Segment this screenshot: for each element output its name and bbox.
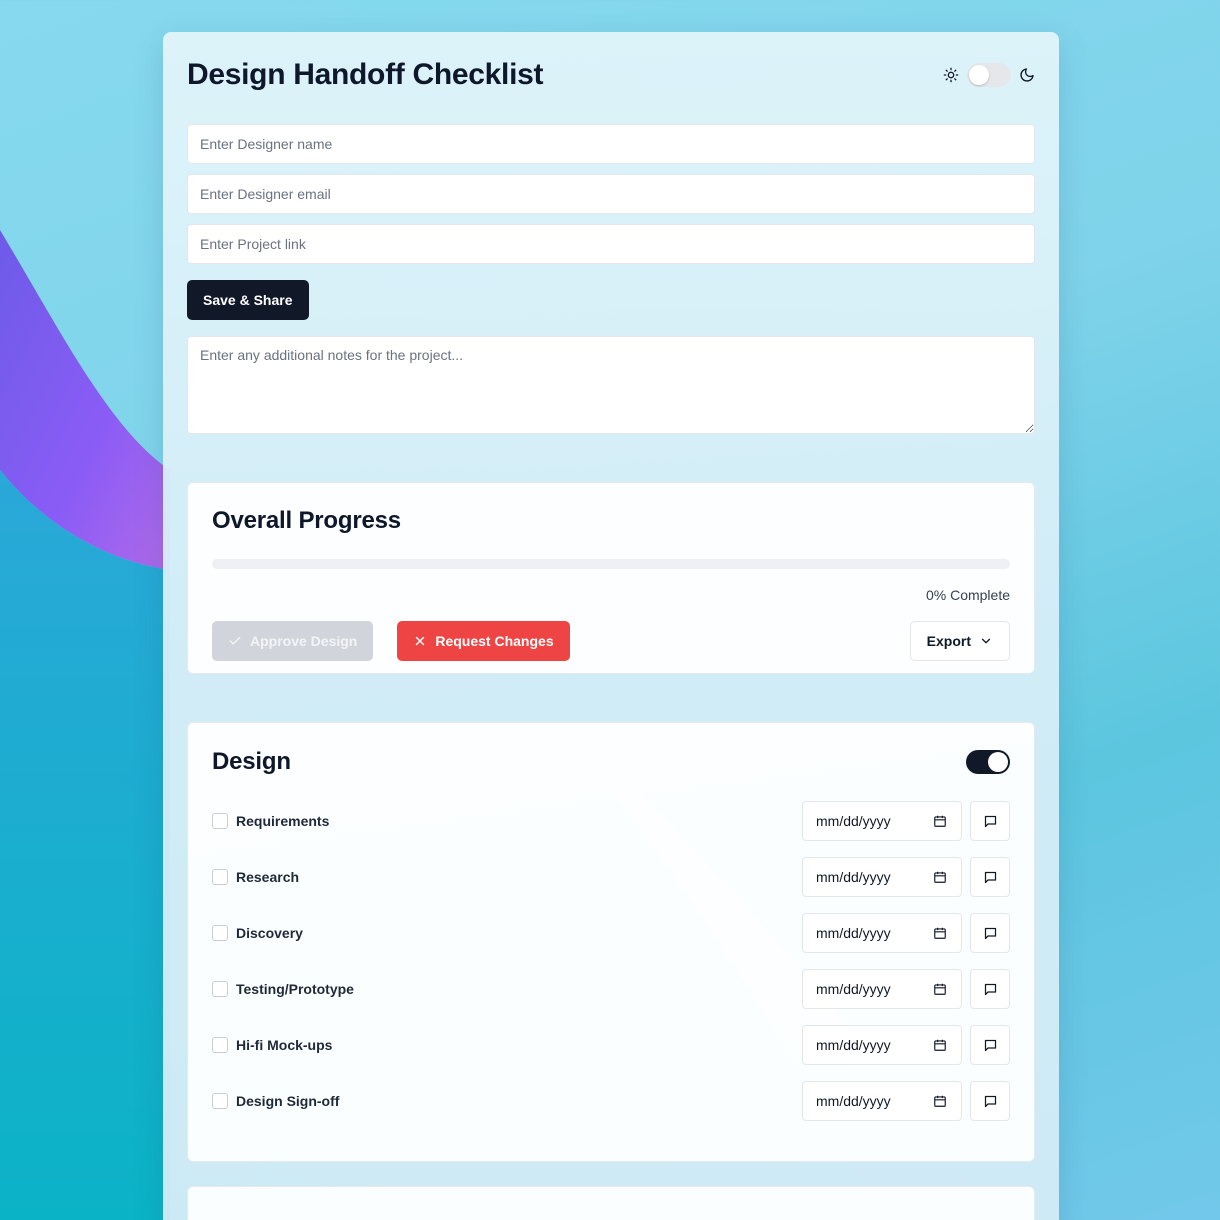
approve-design-button[interactable]: Approve Design (212, 621, 374, 661)
progress-title: Overall Progress (212, 507, 401, 534)
page-title: Design Handoff Checklist (187, 58, 544, 91)
date-text: mm/dd/yyyy (816, 869, 891, 885)
check-icon (229, 636, 241, 645)
checklist-item: Design Sign-off mm/dd/yyyy (212, 1081, 1010, 1121)
design-section-title: Design (212, 748, 291, 775)
calendar-icon (934, 983, 946, 995)
item-label: Testing/Prototype (236, 981, 354, 997)
theme-toggle-group (943, 63, 1035, 87)
overall-progress-card: Overall Progress 0% Complete Approve Des… (187, 482, 1035, 674)
design-section-header: Design (212, 747, 1010, 777)
chevron-down-icon (981, 638, 991, 644)
request-changes-button[interactable]: Request Changes (397, 621, 570, 661)
item-checkbox[interactable] (212, 981, 228, 997)
checklist-item: Discovery mm/dd/yyyy (212, 913, 1010, 953)
close-icon (416, 636, 425, 646)
comment-icon (984, 815, 996, 827)
design-section-card: Design Requirements mm/dd/yyyy Research (187, 722, 1035, 1162)
designer-name-input[interactable] (187, 124, 1035, 164)
date-text: mm/dd/yyyy (816, 925, 891, 941)
project-link-input[interactable] (187, 224, 1035, 264)
approve-label: Approve Design (250, 633, 358, 649)
calendar-icon (934, 815, 946, 827)
date-text: mm/dd/yyyy (816, 981, 891, 997)
comment-button[interactable] (970, 857, 1010, 897)
item-checkbox[interactable] (212, 1093, 228, 1109)
checklist-panel: Design Handoff Checklist Save & Share Ov… (163, 32, 1059, 1220)
progress-bar (212, 559, 1010, 569)
theme-switch-knob (969, 65, 989, 85)
checklist-item: Research mm/dd/yyyy (212, 857, 1010, 897)
sun-icon (943, 67, 959, 83)
request-label: Request Changes (435, 633, 554, 649)
calendar-icon (934, 871, 946, 883)
calendar-icon (934, 927, 946, 939)
comment-button[interactable] (970, 913, 1010, 953)
export-dropdown-button[interactable]: Export (909, 621, 1010, 661)
calendar-icon (934, 1095, 946, 1107)
item-date-input[interactable]: mm/dd/yyyy (802, 913, 962, 953)
notes-textarea[interactable] (187, 336, 1035, 434)
comment-button[interactable] (970, 969, 1010, 1009)
item-date-input[interactable]: mm/dd/yyyy (802, 1025, 962, 1065)
header: Design Handoff Checklist (187, 32, 1035, 118)
checklist-item: Testing/Prototype mm/dd/yyyy (212, 969, 1010, 1009)
comment-button[interactable] (970, 1081, 1010, 1121)
comment-icon (984, 1095, 996, 1107)
item-checkbox[interactable] (212, 813, 228, 829)
item-date-input[interactable]: mm/dd/yyyy (802, 969, 962, 1009)
item-label: Design Sign-off (236, 1093, 340, 1109)
item-label: Hi-fi Mock-ups (236, 1037, 333, 1053)
item-date-input[interactable]: mm/dd/yyyy (802, 801, 962, 841)
save-share-button[interactable]: Save & Share (187, 280, 309, 320)
date-text: mm/dd/yyyy (816, 1093, 891, 1109)
moon-icon (1019, 67, 1035, 83)
progress-actions: Approve Design Request Changes Export (212, 621, 1010, 661)
checklist-item: Hi-fi Mock-ups mm/dd/yyyy (212, 1025, 1010, 1065)
comment-icon (984, 983, 996, 995)
date-text: mm/dd/yyyy (816, 1037, 891, 1053)
item-checkbox[interactable] (212, 1037, 228, 1053)
item-date-input[interactable]: mm/dd/yyyy (802, 1081, 962, 1121)
item-label: Requirements (236, 813, 330, 829)
theme-switch[interactable] (967, 63, 1011, 87)
item-checkbox[interactable] (212, 925, 228, 941)
comment-icon (984, 927, 996, 939)
design-section-toggle-knob (988, 752, 1008, 772)
item-checkbox[interactable] (212, 869, 228, 885)
comment-icon (984, 1039, 996, 1051)
date-text: mm/dd/yyyy (816, 813, 891, 829)
comment-button[interactable] (970, 1025, 1010, 1065)
progress-percent-label: 0% Complete (925, 587, 1010, 603)
comment-icon (984, 871, 996, 883)
checklist-item: Requirements mm/dd/yyyy (212, 801, 1010, 841)
design-section-toggle[interactable] (966, 750, 1010, 774)
item-date-input[interactable]: mm/dd/yyyy (802, 857, 962, 897)
design-checklist: Requirements mm/dd/yyyy Research mm/dd/y… (212, 801, 1010, 1121)
designer-email-input[interactable] (187, 174, 1035, 214)
item-label: Discovery (236, 925, 303, 941)
item-label: Research (236, 869, 300, 885)
comment-button[interactable] (970, 801, 1010, 841)
next-section-card (187, 1186, 1035, 1220)
export-label: Export (926, 633, 971, 649)
calendar-icon (934, 1039, 946, 1051)
